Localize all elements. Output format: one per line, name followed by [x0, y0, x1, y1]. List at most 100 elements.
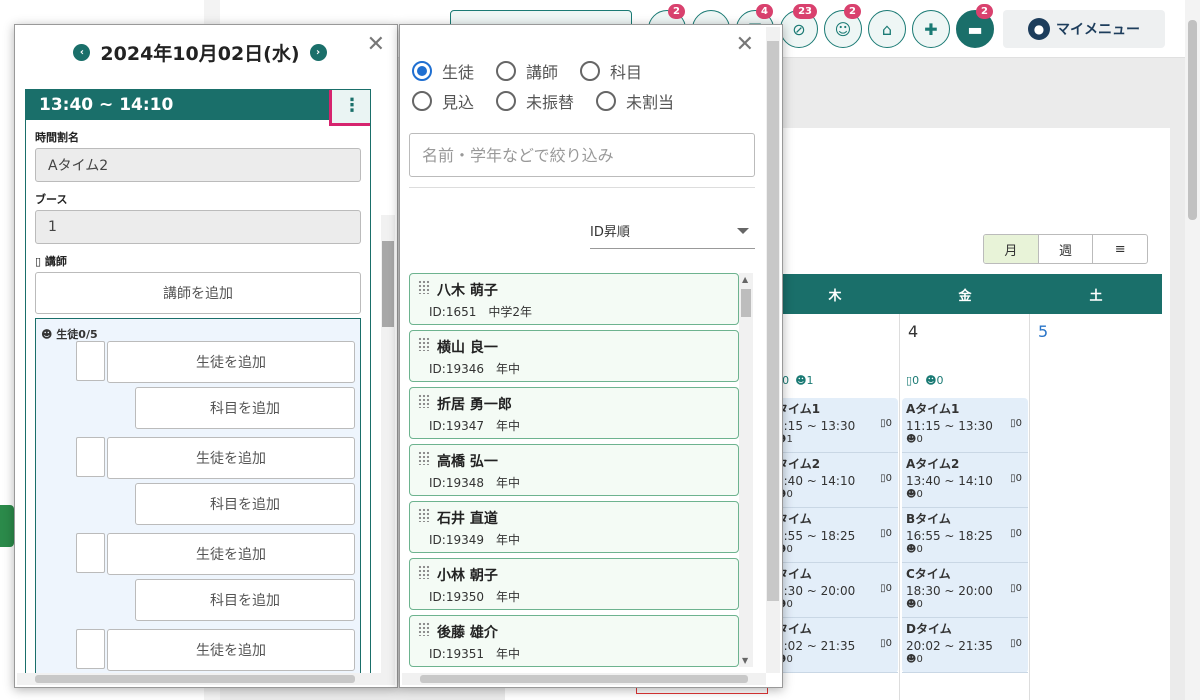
- panel-scrollbar[interactable]: [766, 27, 780, 673]
- student-checkbox[interactable]: [76, 341, 105, 381]
- avatar-icon: ●: [1028, 18, 1050, 40]
- slot-name: タイム: [776, 567, 812, 581]
- add-student-button[interactable]: 生徒を追加: [107, 533, 355, 575]
- student-card[interactable]: 八木 萌子 ID:1651 中学2年: [409, 273, 739, 325]
- timer-off-icon[interactable]: ⊘ 23: [780, 4, 818, 48]
- view-week-button[interactable]: 週: [1039, 235, 1094, 263]
- student-card[interactable]: 小林 朝子 ID:19350 年中: [409, 558, 739, 610]
- calendar-slot[interactable]: Aタイム1 11:15 ~ 13:30 ▯0 ☻0: [902, 398, 1028, 453]
- gift-icon[interactable]: ✚: [912, 10, 950, 48]
- calendar-day-fri[interactable]: 4 ▯0 ☻0 Aタイム1 11:15 ~ 13:30 ▯0 ☻0 Aタイム2 13:40 …: [900, 314, 1030, 700]
- student-checkbox[interactable]: [76, 437, 105, 477]
- radio-unassigned[interactable]: 未割当: [596, 89, 674, 113]
- add-student-button[interactable]: 生徒を追加: [107, 341, 355, 383]
- close-icon[interactable]: ✕: [736, 34, 754, 56]
- assign-panel: ✕ 生徒 講師 科目 見込 未振替 未割当 ID昇順 八木 萌子 ID:1651 …: [399, 24, 783, 688]
- next-day-icon[interactable]: ›: [309, 44, 327, 61]
- student-card[interactable]: 横山 良一 ID:19346 年中: [409, 330, 739, 382]
- slot-time: 13:40 ~ 14:10: [906, 474, 993, 488]
- student-card[interactable]: 石井 直道 ID:19349 年中: [409, 501, 739, 553]
- add-subject-button[interactable]: 科目を追加: [135, 387, 355, 429]
- drag-handle-icon[interactable]: [418, 280, 430, 294]
- badge: 23: [793, 4, 817, 19]
- calendar-day-thu[interactable]: ▯0 ☻1 タイム1 1:15 ~ 13:30 ▯0 ☻1 タイム2 3:40 ~ 14:1…: [770, 314, 900, 700]
- drag-handle-icon[interactable]: [418, 451, 430, 465]
- calendar-slot[interactable]: タイム2 3:40 ~ 14:10 ▯0 ☻0: [772, 453, 898, 508]
- calendar-slot[interactable]: Dタイム 20:02 ~ 21:35 ▯0 ☻0: [902, 618, 1028, 673]
- add-subject-button[interactable]: 科目を追加: [135, 579, 355, 621]
- slot-time: 0:02 ~ 21:35: [776, 639, 856, 653]
- chevron-down-icon: [737, 227, 749, 234]
- chat-icon[interactable]: ▬ 2: [956, 4, 994, 48]
- radio-checked-icon: [412, 61, 432, 81]
- panel-hscrollbar[interactable]: [402, 673, 766, 685]
- student-card[interactable]: 後藤 雄介 ID:19351 年中: [409, 615, 739, 667]
- slot-name: タイム2: [776, 457, 821, 471]
- calendar-slot[interactable]: タイム 0:02 ~ 21:35 ▯0 ☻0: [772, 618, 898, 673]
- sort-select[interactable]: ID昇順: [590, 213, 755, 249]
- booth-field[interactable]: 1: [35, 210, 361, 244]
- calendar-slot[interactable]: Aタイム2 13:40 ~ 14:10 ▯0 ☻0: [902, 453, 1028, 508]
- radio-icon: [412, 91, 432, 111]
- view-month-button[interactable]: 月: [984, 235, 1039, 263]
- filter-radios: 生徒 講師 科目 見込 未振替 未割当: [412, 59, 742, 119]
- add-subject-button[interactable]: 科目を追加: [135, 483, 355, 525]
- page-scrollbar[interactable]: [1185, 0, 1200, 700]
- drag-handle-icon[interactable]: [418, 508, 430, 522]
- panel-hscrollbar[interactable]: [17, 673, 381, 685]
- calendar-slot[interactable]: Bタイム 16:55 ~ 18:25 ▯0 ☻0: [902, 508, 1028, 563]
- calendar-slot[interactable]: タイム 8:30 ~ 20:00 ▯0 ☻0: [772, 563, 898, 618]
- radio-student[interactable]: 生徒: [412, 59, 474, 83]
- more-vert-icon[interactable]: ⋮: [329, 90, 370, 126]
- prev-day-icon[interactable]: ‹: [73, 44, 91, 61]
- slot-name: タイム: [776, 622, 812, 636]
- timetable-name-field[interactable]: Aタイム2: [35, 148, 361, 182]
- student-card[interactable]: 高橋 弘一 ID:19348 年中: [409, 444, 739, 496]
- group-icon[interactable]: ☺ 2: [824, 4, 862, 48]
- student-count: ☻0: [906, 434, 923, 445]
- student-icon: ☻: [906, 654, 917, 665]
- student-checkbox[interactable]: [76, 533, 105, 573]
- side-tab[interactable]: [0, 505, 14, 547]
- panel-scrollbar[interactable]: [381, 215, 395, 685]
- student-card[interactable]: 折居 勇一郎 ID:19347 年中: [409, 387, 739, 439]
- view-list-button[interactable]: ≡: [1093, 235, 1147, 263]
- my-menu-button[interactable]: ● マイメニュー: [1003, 10, 1165, 48]
- add-student-button[interactable]: 生徒を追加: [107, 437, 355, 479]
- student-count: ☻0: [776, 489, 894, 500]
- drag-handle-icon[interactable]: [418, 394, 430, 408]
- slot-card: 13:40 ~ 14:10 ⋮ 時間割名 Aタイム2 ブース 1 ▯ 講師 講師…: [25, 89, 371, 679]
- bank-icon[interactable]: ⌂: [868, 10, 906, 48]
- student-count: ☻0: [906, 654, 923, 665]
- calendar-slot[interactable]: タイム1 1:15 ~ 13:30 ▯0 ☻1: [772, 398, 898, 453]
- weekday-thu: 木: [828, 288, 842, 304]
- search-input[interactable]: [409, 133, 755, 177]
- date-navigator: ‹ 2024年10月02日(水) ›: [15, 39, 385, 66]
- calendar-slot[interactable]: Cタイム 18:30 ~ 20:00 ▯0 ☻0: [902, 563, 1028, 618]
- drag-handle-icon[interactable]: [418, 622, 430, 636]
- drag-handle-icon[interactable]: [418, 565, 430, 579]
- student-meta: ID:1651 中学2年: [429, 305, 532, 319]
- radio-teacher[interactable]: 講師: [496, 59, 558, 83]
- slot-time: 8:30 ~ 20:00: [776, 584, 856, 598]
- add-teacher-button[interactable]: 講師を追加: [35, 272, 361, 314]
- teacher-count: ▯0: [880, 638, 892, 649]
- calendar-day-sat[interactable]: 5: [1030, 314, 1162, 700]
- student-meta: ID:19346 年中: [429, 362, 520, 376]
- slot-name: Dタイム: [906, 622, 952, 636]
- calendar-slot[interactable]: タイム 6:55 ~ 18:25 ▯0 ☻0: [772, 508, 898, 563]
- teacher-count: ▯0: [880, 583, 892, 594]
- radio-subject[interactable]: 科目: [580, 59, 642, 83]
- student-name: 石井 直道: [437, 511, 498, 527]
- student-icon: ☻: [906, 599, 917, 610]
- add-student-button[interactable]: 生徒を追加: [107, 629, 355, 671]
- slot-time-range: 13:40 ~ 14:10: [39, 95, 174, 115]
- list-scrollbar[interactable]: ▲ ▼: [739, 273, 753, 667]
- radio-prospect[interactable]: 見込: [412, 89, 474, 113]
- drag-handle-icon[interactable]: [418, 337, 430, 351]
- student-checkbox[interactable]: [76, 629, 105, 669]
- slot-name: タイム1: [776, 402, 821, 416]
- student-meta: ID:19349 年中: [429, 533, 520, 547]
- student-count: ☻0: [906, 489, 923, 500]
- radio-unrescheduled[interactable]: 未振替: [496, 89, 574, 113]
